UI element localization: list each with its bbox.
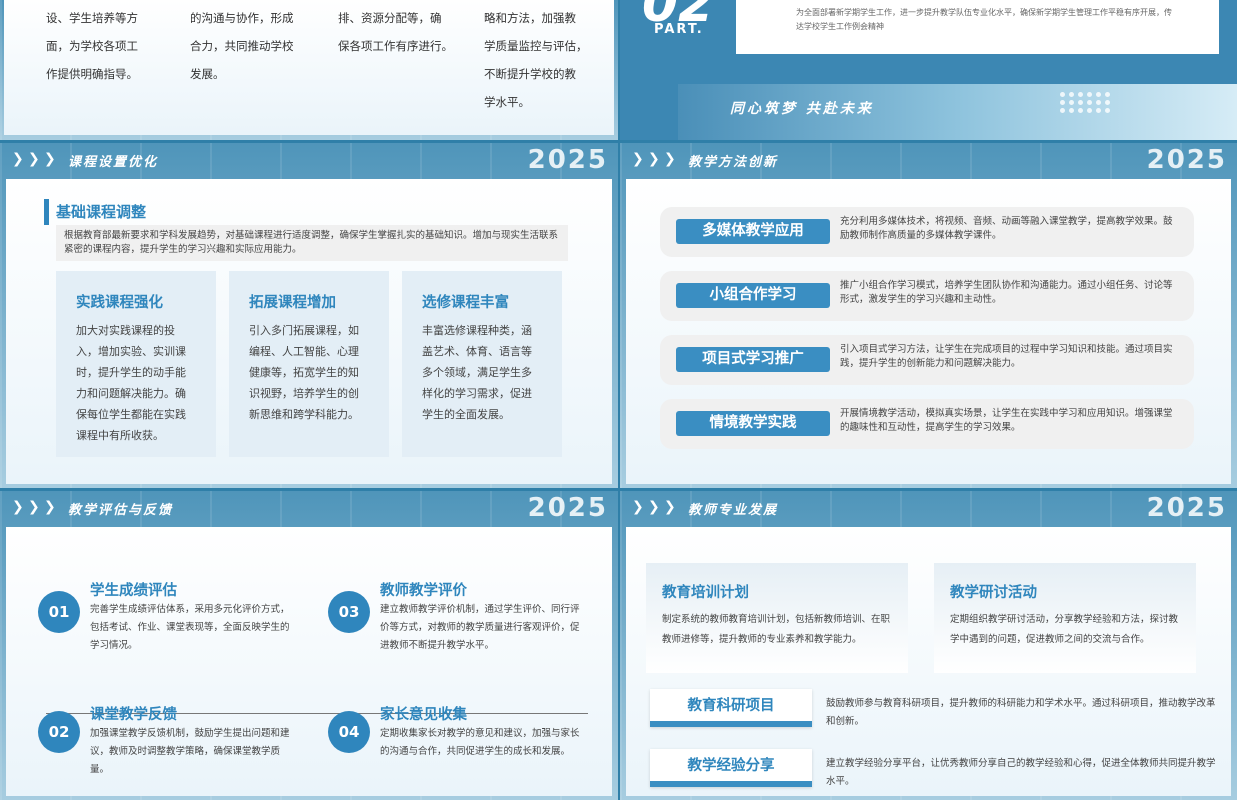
method-row: 多媒体教学应用 充分利用多媒体技术，将视频、音频、动画等融入课堂教学，提高教学效… <box>660 207 1194 257</box>
eval-title: 教师教学评价 <box>380 583 467 599</box>
intro-box: 为全面部署新学期学生工作，进一步提升教学队伍专业化水平，确保新学期学生管理工作平… <box>736 0 1219 54</box>
slide-year: 2025 <box>527 493 608 523</box>
column-line: 学质量监控与评估， <box>484 39 588 53</box>
column-line: 设、学生培养等方 <box>46 11 138 25</box>
number-badge: 02 <box>38 711 80 753</box>
column-line: 面，为学校各项工 <box>46 39 138 53</box>
chevrons-icon: ❯ ❯ ❯ <box>12 151 56 167</box>
card-title: 教育培训计划 <box>662 585 749 601</box>
dev-label: 教学经验分享 <box>650 749 812 787</box>
method-row: 情境教学实践 开展情境教学活动，模拟真实场景，让学生在实践中学习和应用知识。增强… <box>660 399 1194 449</box>
column-line: 合力，共同推动学校 <box>190 39 294 53</box>
chevrons-icon: ❯ ❯ ❯ <box>12 499 56 515</box>
course-card: 选修课程丰富 丰富选修课程种类，涵盖艺术、体育、语言等多个领域，满足学生多样化的… <box>402 271 562 457</box>
column-4: 略和方法，加强教 学质量监控与评估， 不断提升学校的教 学水平。 <box>484 4 610 116</box>
content-panel: 01 学生成绩评估 完善学生成绩评估体系，采用多元化评价方式，包括考试、作业、课… <box>6 527 612 796</box>
course-card: 拓展课程增加 引入多门拓展课程，如编程、人工智能、心理健康等，拓宽学生的知识视野… <box>229 271 389 457</box>
method-text: 开展情境教学活动，模拟真实场景，让学生在实践中学习和应用知识。增强课堂的趣味性和… <box>840 408 1173 433</box>
dev-card: 教育培训计划 制定系统的教师教育培训计划，包括新教师培训、在职教师进修等，提升教… <box>646 563 908 673</box>
slide-header: ❯ ❯ ❯ 课程设置优化 2025 <box>0 143 618 177</box>
method-row: 项目式学习推广 引入项目式学习方法，让学生在完成项目的过程中学习知识和技能。通过… <box>660 335 1194 385</box>
slogan: 同心筑梦 共赴未来 <box>730 101 874 117</box>
card-text: 制定系统的教师教育培训计划，包括新教师培训、在职教师进修等，提升教师的专业素养和… <box>662 614 891 645</box>
card-title: 教学研讨活动 <box>950 585 1037 601</box>
slide-year: 2025 <box>1146 493 1227 523</box>
column-line: 作提供明确指导。 <box>46 67 138 81</box>
eval-text: 定期收集家长对教学的意见和建议，加强与家长的沟通与合作，共同促进学生的成长和发展… <box>380 728 580 757</box>
eval-title: 学生成绩评估 <box>90 583 177 599</box>
eval-title: 家长意见收集 <box>380 707 467 723</box>
column-1: 设、学生培养等方 面，为学校各项工 作提供明确指导。 <box>46 4 156 88</box>
eval-title: 课堂教学反馈 <box>90 707 177 723</box>
content-panel: 教育培训计划 制定系统的教师教育培训计划，包括新教师培训、在职教师进修等，提升教… <box>626 527 1231 796</box>
slide-year: 2025 <box>527 145 608 175</box>
method-text: 引入项目式学习方法，让学生在完成项目的过程中学习知识和技能。通过项目实践，提升学… <box>840 344 1173 369</box>
column-line: 排、资源分配等，确 <box>338 11 442 25</box>
chevrons-icon: ❯ ❯ ❯ <box>632 151 676 167</box>
accent-bar <box>44 199 49 225</box>
card-text: 定期组织教学研讨活动，分享教学经验和方法，探讨教学中遇到的问题，促进教师之间的交… <box>950 614 1179 645</box>
slide-header: ❯ ❯ ❯ 教师专业发展 2025 <box>620 491 1237 525</box>
slide-header: ❯ ❯ ❯ 教学评估与反馈 2025 <box>0 491 618 525</box>
slide-title: 教学评估与反馈 <box>68 503 174 518</box>
dev-label: 教育科研项目 <box>650 689 812 727</box>
section-desc: 根据教育部最新要求和学科发展趋势，对基础课程进行适度调整，确保学生掌握扎实的基础… <box>56 225 568 261</box>
card-text: 加大对实践课程的投入，增加实验、实训课时，提升学生的动手能力和问题解决能力。确保… <box>76 324 186 442</box>
slide-partial-top-left: 设、学生培养等方 面，为学校各项工 作提供明确指导。 的沟通与协作，形成 合力，… <box>0 0 618 140</box>
method-text: 推广小组合作学习模式，培养学生团队协作和沟通能力。通过小组任务、讨论等形式，激发… <box>840 280 1173 305</box>
eval-text: 完善学生成绩评估体系，采用多元化评价方式，包括考试、作业、课堂表现等，全面反映学… <box>90 604 290 651</box>
card-title: 拓展课程增加 <box>249 295 336 311</box>
column-line: 保各项工作有序进行。 <box>338 39 453 53</box>
dev-card: 教学研讨活动 定期组织教学研讨活动，分享教学经验和方法，探讨教学中遇到的问题，促… <box>934 563 1196 673</box>
column-line: 发展。 <box>190 67 225 81</box>
card-text: 丰富选修课程种类，涵盖艺术、体育、语言等多个领域，满足学生多样化的学习需求，促进… <box>422 324 532 421</box>
card-text: 引入多门拓展课程，如编程、人工智能、心理健康等，拓宽学生的知识视野，培养学生的创… <box>249 324 359 421</box>
column-2: 的沟通与协作，形成 合力，共同推动学校 发展。 <box>190 4 320 88</box>
slide-title: 教学方法创新 <box>688 155 779 170</box>
dev-text: 建立教学经验分享平台，让优秀教师分享自己的教学经验和心得，促进全体教师共同提升教… <box>826 758 1216 787</box>
eval-text: 加强课堂教学反馈机制，鼓励学生提出问题和建议，教师及时调整教学策略，确保课堂教学… <box>90 728 290 775</box>
method-label: 情境教学实践 <box>676 411 830 436</box>
slide-title: 教师专业发展 <box>688 503 779 518</box>
content-panel: 基础课程调整 根据教育部最新要求和学科发展趋势，对基础课程进行适度调整，确保学生… <box>6 179 612 484</box>
course-card: 实践课程强化 加大对实践课程的投入，增加实验、实训课时，提升学生的动手能力和问题… <box>56 271 216 457</box>
content-panel: 设、学生培养等方 面，为学校各项工 作提供明确指导。 的沟通与协作，形成 合力，… <box>4 0 614 135</box>
column-line: 略和方法，加强教 <box>484 11 576 25</box>
intro-text: 为全面部署新学期学生工作，进一步提升教学队伍专业化水平，确保新学期学生管理工作平… <box>796 8 1172 31</box>
slide-year: 2025 <box>1146 145 1227 175</box>
method-text: 充分利用多媒体技术，将视频、音频、动画等融入课堂教学，提高教学效果。鼓励教师制作… <box>840 216 1173 241</box>
slide-course-optimization: ❯ ❯ ❯ 课程设置优化 2025 基础课程调整 根据教育部最新要求和学科发展趋势，… <box>0 143 618 488</box>
card-title: 实践课程强化 <box>76 295 163 311</box>
section-title: 基础课程调整 <box>56 203 147 221</box>
method-label: 多媒体教学应用 <box>676 219 830 244</box>
column-3: 排、资源分配等，确 保各项工作有序进行。 <box>338 4 468 60</box>
number-badge: 03 <box>328 591 370 633</box>
chevrons-icon: ❯ ❯ ❯ <box>632 499 676 515</box>
slide-teacher-development: ❯ ❯ ❯ 教师专业发展 2025 教育培训计划 制定系统的教师教育培训计划，包括新… <box>620 491 1237 800</box>
slide-header: ❯ ❯ ❯ 教学方法创新 2025 <box>620 143 1237 177</box>
content-panel: 多媒体教学应用 充分利用多媒体技术，将视频、音频、动画等融入课堂教学，提高教学效… <box>626 179 1231 484</box>
dots-decoration <box>1060 92 1111 113</box>
eval-text: 建立教师教学评价机制，通过学生评价、同行评价等方式，对教师的教学质量进行客观评价… <box>380 604 580 651</box>
slide-teaching-methods: ❯ ❯ ❯ 教学方法创新 2025 多媒体教学应用 充分利用多媒体技术，将视频、音频… <box>620 143 1237 488</box>
slide-title: 课程设置优化 <box>68 155 159 170</box>
method-label: 项目式学习推广 <box>676 347 830 372</box>
method-row: 小组合作学习 推广小组合作学习模式，培养学生团队协作和沟通能力。通过小组任务、讨… <box>660 271 1194 321</box>
method-label: 小组合作学习 <box>676 283 830 308</box>
number-badge: 04 <box>328 711 370 753</box>
part-label: PART. <box>654 22 704 37</box>
dev-text: 鼓励教师参与教育科研项目，提升教师的科研能力和学术水平。通过科研项目，推动教学改… <box>826 698 1216 727</box>
slide-section-cover: 02 PART. 为全面部署新学期学生工作，进一步提升教学队伍专业化水平，确保新… <box>620 0 1237 140</box>
column-line: 学水平。 <box>484 95 530 109</box>
column-line: 的沟通与协作，形成 <box>190 11 294 25</box>
card-title: 选修课程丰富 <box>422 295 509 311</box>
number-badge: 01 <box>38 591 80 633</box>
column-line: 不断提升学校的教 <box>484 67 576 81</box>
slide-teaching-evaluation: ❯ ❯ ❯ 教学评估与反馈 2025 01 学生成绩评估 完善学生成绩评估体系，采用… <box>0 491 618 800</box>
